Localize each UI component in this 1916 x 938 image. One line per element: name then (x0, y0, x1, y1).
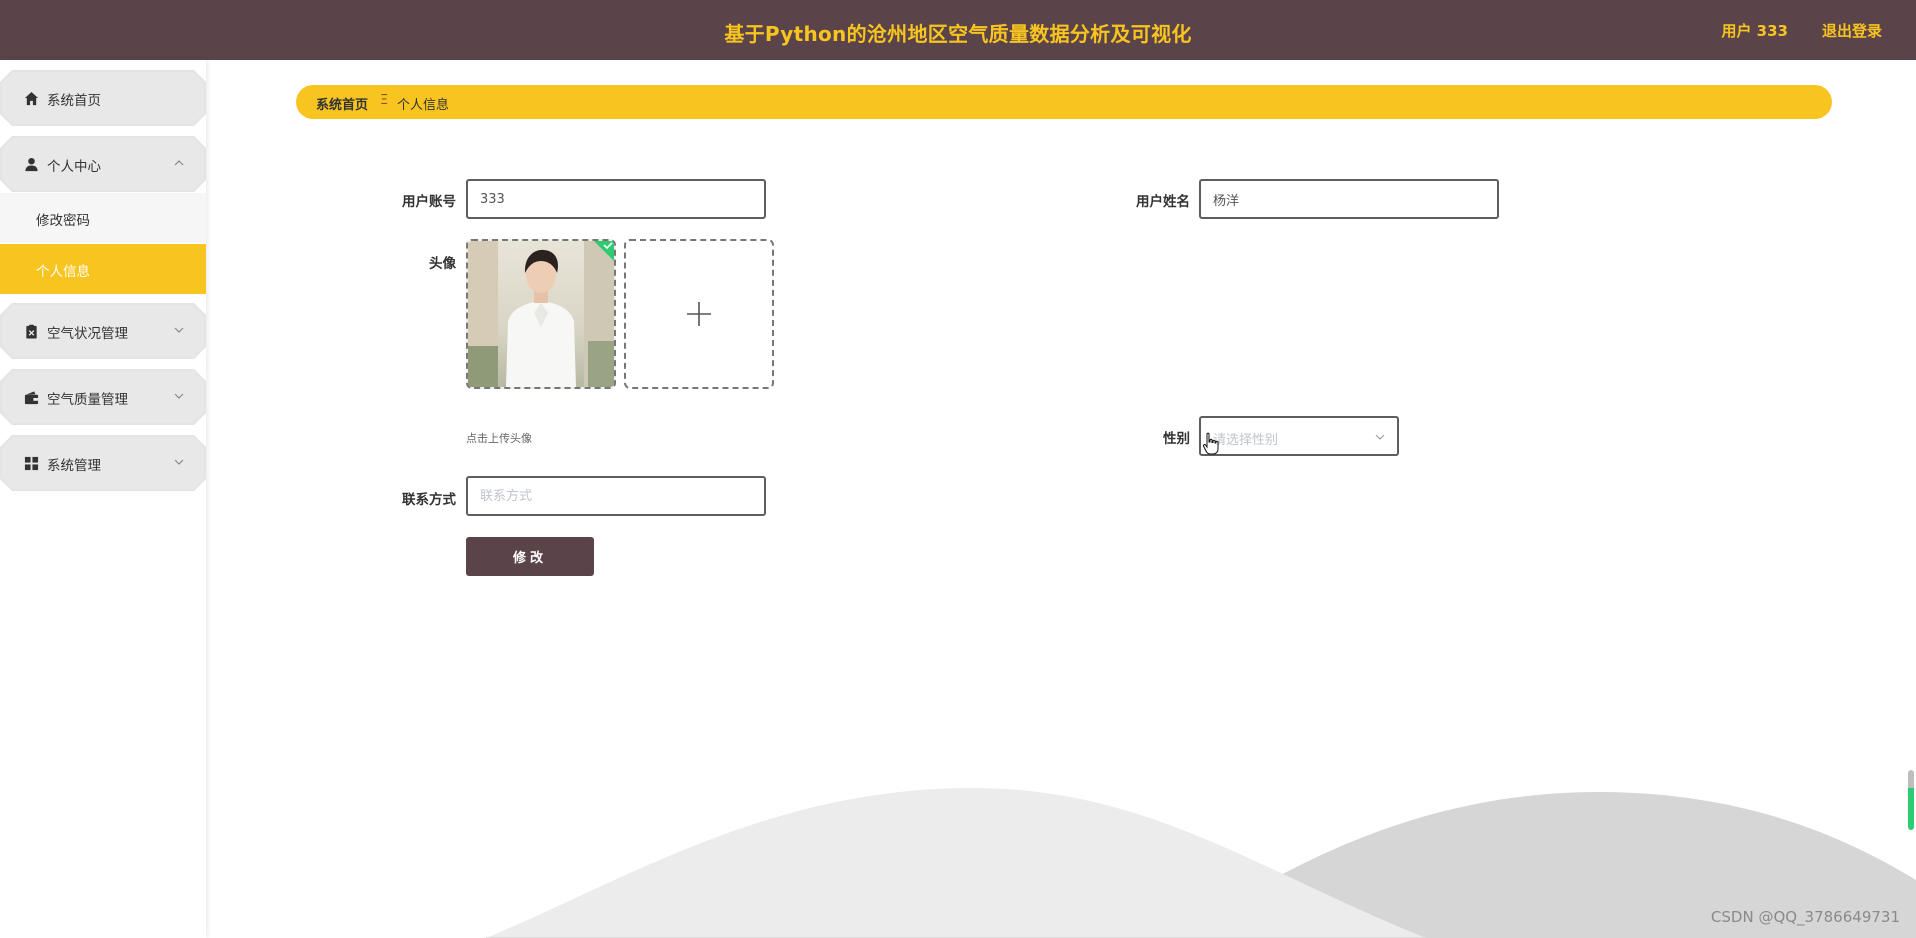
app-title: 基于Python的沧州地区空气质量数据分析及可视化 (724, 22, 1192, 46)
sidebar-item-home[interactable]: 系统首页 (0, 70, 206, 126)
phone-field[interactable] (466, 476, 766, 516)
account-field[interactable] (466, 179, 766, 219)
avatar-upload-button[interactable] (624, 239, 774, 389)
sidebar-item-label: 系统首页 (47, 93, 101, 109)
scroll-indicator[interactable] (1908, 770, 1914, 830)
gender-label: 性别 (1163, 431, 1190, 447)
gender-select[interactable]: 请选择性别 (1199, 416, 1399, 456)
sidebar-item-air-quality[interactable]: 空气质量管理 (0, 369, 206, 425)
hand-cursor-icon (1202, 432, 1219, 455)
sidebar-item-label: 个人中心 (47, 159, 101, 175)
name-label: 用户姓名 (1136, 194, 1190, 210)
upload-success-badge (594, 241, 614, 261)
phone-label: 联系方式 (402, 492, 456, 508)
account-label: 用户账号 (402, 194, 456, 210)
chevron-down-icon (174, 393, 184, 399)
sidebar-subitem-change-password[interactable]: 修改密码 (0, 193, 206, 243)
plus-icon (687, 302, 711, 326)
gender-select-placeholder: 请选择性别 (1213, 433, 1279, 448)
chevron-down-icon (1375, 434, 1385, 440)
sidebar-item-air-condition[interactable]: 空气状况管理 (0, 303, 206, 359)
decorative-hills (486, 787, 1916, 938)
upload-hint: 点击上传头像 (466, 432, 532, 445)
sidebar: 系统首页 个人中心 修改密码 个人信息 空气状况管理 空气质量管理 系统管理 (0, 60, 206, 938)
sidebar-item-label: 空气质量管理 (47, 392, 128, 408)
sidebar-item-label: 系统管理 (47, 458, 101, 474)
watermark: CSDN @QQ_3786649731 (1710, 908, 1900, 926)
sidebar-item-personal-center[interactable]: 个人中心 (0, 136, 206, 192)
user-icon (25, 157, 38, 172)
sidebar-subitem-label: 修改密码 (36, 213, 90, 229)
breadcrumb: 系统首页 Ξ 个人信息 (296, 85, 1832, 119)
top-header: 基于Python的沧州地区空气质量数据分析及可视化 用户 333 退出登录 (0, 0, 1916, 60)
avatar-label: 头像 (429, 256, 456, 272)
logout-link[interactable]: 退出登录 (1822, 20, 1882, 41)
chevron-down-icon (174, 327, 184, 333)
sidebar-subitem-label: 个人信息 (36, 264, 90, 280)
breadcrumb-home-link[interactable]: 系统首页 (316, 94, 368, 113)
avatar-preview[interactable] (466, 239, 616, 389)
clipboard-icon (26, 324, 37, 339)
chevron-up-icon (174, 160, 184, 166)
sidebar-subitem-personal-info[interactable]: 个人信息 (0, 244, 206, 294)
chevron-down-icon (174, 459, 184, 465)
wallet-icon (24, 391, 39, 405)
name-field[interactable] (1199, 179, 1499, 219)
breadcrumb-current: 个人信息 (397, 98, 450, 113)
sidebar-item-label: 空气状况管理 (47, 326, 128, 342)
home-icon (24, 91, 39, 106)
breadcrumb-separator: Ξ (380, 93, 389, 108)
grid-icon (24, 456, 39, 471)
sidebar-item-system[interactable]: 系统管理 (0, 435, 206, 491)
submit-button[interactable]: 修改 (466, 537, 594, 576)
current-user-label: 用户 333 (1721, 22, 1788, 40)
